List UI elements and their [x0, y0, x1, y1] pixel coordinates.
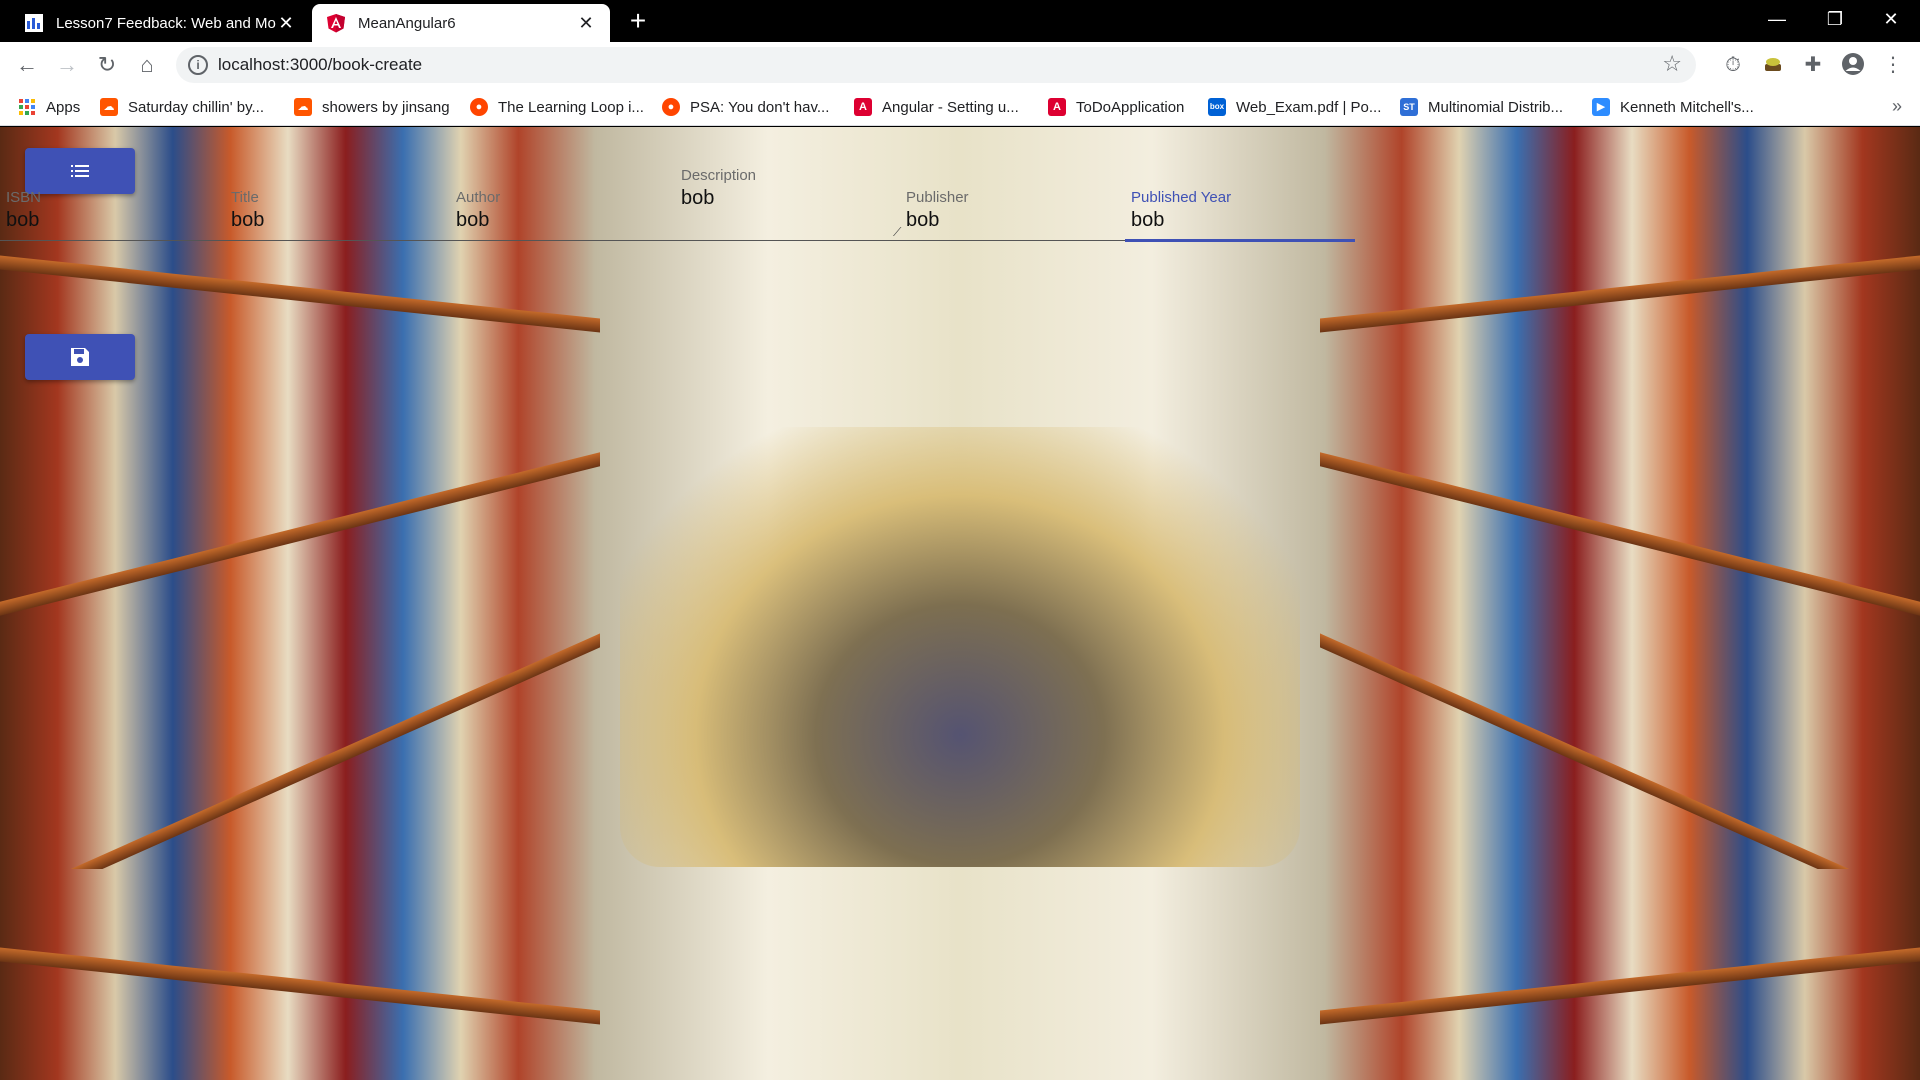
angular-icon: [327, 14, 345, 33]
forward-button[interactable]: →: [52, 50, 82, 80]
author-input[interactable]: bob: [456, 209, 489, 232]
bookmark-label: Angular - Setting u...: [882, 98, 1019, 116]
more-bookmarks-chevron-icon[interactable]: »: [1892, 96, 1902, 117]
tab-title: Lesson7 Feedback: Web and Mol: [56, 14, 276, 32]
st-icon: ST: [1400, 98, 1418, 116]
bookmark-learning-loop[interactable]: ● The Learning Loop i...: [470, 94, 644, 120]
bookmarks-bar: Apps ☁ Saturday chillin' by... ☁ showers…: [0, 88, 1920, 126]
publisher-input[interactable]: bob: [906, 209, 939, 232]
bookmark-todoapplication[interactable]: A ToDoApplication: [1048, 94, 1184, 120]
plant-extension-icon[interactable]: [1760, 52, 1786, 78]
extensions-puzzle-icon[interactable]: ✚: [1800, 52, 1826, 78]
page-viewport: ISBN bob Title bob Author bob Descriptio…: [0, 127, 1920, 1080]
save-icon: [71, 348, 89, 366]
angular-icon: A: [854, 98, 872, 116]
bookmark-showers-by-jinsang[interactable]: ☁ showers by jinsang: [294, 94, 450, 120]
reddit-icon: ●: [470, 98, 488, 116]
soundcloud-icon: ☁: [100, 98, 118, 116]
address-bar[interactable]: i localhost:3000/book-create ☆: [176, 47, 1696, 83]
tab-strip: Lesson7 Feedback: Web and Mol ✕ MeanAngu…: [0, 0, 1920, 42]
home-button[interactable]: ⌂: [132, 50, 162, 80]
publisher-label: Publisher: [906, 189, 969, 206]
bookmark-kenneth-mitchell[interactable]: ▶ Kenneth Mitchell's...: [1592, 94, 1754, 120]
bookmark-label: showers by jinsang: [322, 98, 450, 116]
bookmark-web-exam[interactable]: box Web_Exam.pdf | Po...: [1208, 94, 1381, 120]
isbn-label: ISBN: [6, 189, 42, 206]
library-background-image-repeat: [0, 869, 1920, 1080]
published-year-underline: [1125, 239, 1355, 242]
restore-button[interactable]: ❐: [1806, 0, 1864, 40]
browser-toolbar: ← → ↻ ⌂ i localhost:3000/book-create ☆ ⏱…: [0, 42, 1920, 88]
bookmark-label: Apps: [46, 98, 81, 116]
bookmark-star-icon[interactable]: ☆: [1662, 51, 1682, 77]
zoom-icon: ▶: [1592, 98, 1610, 116]
bookmark-label: PSA: You don't hav...: [690, 98, 830, 116]
reddit-icon: ●: [662, 98, 680, 116]
bookmark-saturday-chillin[interactable]: ☁ Saturday chillin' by...: [100, 94, 264, 120]
book-create-form: ISBN bob Title bob Author bob Descriptio…: [0, 167, 1360, 267]
plant-icon: [1765, 58, 1781, 71]
published-year-input[interactable]: bob: [1131, 209, 1164, 232]
url-text[interactable]: localhost:3000/book-create: [218, 55, 422, 75]
textarea-resize-handle-icon[interactable]: ⟋: [893, 225, 901, 240]
tab-meanangular6[interactable]: MeanAngular6 ✕: [312, 4, 610, 42]
author-underline: [450, 240, 675, 241]
bookmark-multinomial[interactable]: ST Multinomial Distrib...: [1400, 94, 1563, 120]
bookmark-angular-setting[interactable]: A Angular - Setting u...: [854, 94, 1019, 120]
document-favicon-icon: [25, 14, 43, 32]
save-button[interactable]: [25, 334, 135, 380]
close-icon[interactable]: ✕: [576, 13, 596, 34]
bookmark-label: ToDoApplication: [1076, 98, 1185, 116]
isbn-input[interactable]: bob: [6, 209, 39, 232]
author-label: Author: [456, 189, 501, 206]
description-textarea[interactable]: bob: [681, 187, 714, 210]
apps-grid-icon: [19, 99, 35, 115]
isbn-underline: [0, 240, 225, 241]
title-label: Title: [231, 189, 259, 206]
info-icon[interactable]: i: [188, 55, 208, 75]
description-underline: [675, 240, 900, 241]
minimize-button[interactable]: —: [1748, 0, 1806, 40]
back-button[interactable]: ←: [12, 50, 42, 80]
bookmark-label: Kenneth Mitchell's...: [1620, 98, 1754, 116]
bookmark-label: Saturday chillin' by...: [128, 98, 264, 116]
new-tab-button[interactable]: +: [622, 6, 654, 38]
avatar: [1842, 53, 1864, 75]
bookmark-label: Multinomial Distrib...: [1428, 98, 1564, 116]
tab-lesson7-feedback[interactable]: Lesson7 Feedback: Web and Mol ✕: [10, 4, 310, 42]
tab-title: MeanAngular6: [358, 14, 456, 32]
publisher-underline: [900, 240, 1125, 241]
bookmark-apps[interactable]: Apps: [18, 94, 80, 120]
published-year-label: Published Year: [1131, 189, 1232, 206]
bookmark-label: The Learning Loop i...: [498, 98, 644, 116]
box-icon: box: [1208, 98, 1226, 116]
bookmark-psa[interactable]: ● PSA: You don't hav...: [662, 94, 829, 120]
profile-avatar-icon[interactable]: [1840, 52, 1866, 78]
reload-button[interactable]: ↻: [92, 50, 122, 80]
bookmark-label: Web_Exam.pdf | Po...: [1236, 98, 1382, 116]
angular-icon: A: [1048, 98, 1066, 116]
title-input[interactable]: bob: [231, 209, 264, 232]
description-label: Description: [681, 167, 757, 184]
menu-kebab-icon[interactable]: ⋮: [1880, 52, 1906, 78]
close-window-button[interactable]: ✕: [1862, 0, 1920, 40]
title-underline: [225, 240, 450, 241]
timer-extension-icon[interactable]: ⏱: [1720, 52, 1746, 78]
soundcloud-icon: ☁: [294, 98, 312, 116]
close-icon[interactable]: ✕: [276, 13, 296, 34]
